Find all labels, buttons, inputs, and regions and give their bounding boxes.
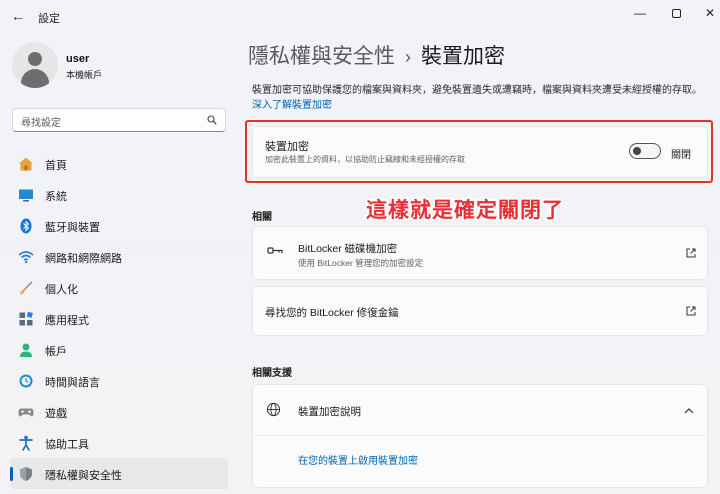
recovery-key-title: 尋找您的 BitLocker 修復金鑰 [265, 307, 399, 319]
maximize-icon[interactable] [662, 2, 690, 24]
sidebar-item-home[interactable]: 首頁 [10, 148, 228, 179]
sidebar-item-time-language[interactable]: 時間與語言 [10, 365, 228, 396]
bluetooth-icon [20, 218, 32, 234]
sidebar-item-system[interactable]: 系統 [10, 179, 228, 210]
breadcrumb-separator: › [405, 47, 411, 67]
help-title[interactable]: 裝置加密說明 [298, 404, 361, 419]
sidebar-item-personalization[interactable]: 個人化 [10, 272, 228, 303]
learn-more-link[interactable]: 深入了解裝置加密 [252, 100, 332, 111]
sidebar-item-label: 應用程式 [45, 315, 89, 327]
sidebar-item-accounts[interactable]: 帳戶 [10, 334, 228, 365]
highlight-box [245, 120, 713, 183]
system-icon [19, 189, 33, 202]
annotation-text: 這樣就是確定關閉了 [366, 199, 564, 222]
sidebar-nav: 首頁 系統 藍牙與裝置 網路和網際網路 個人化 應用程式 帳戶 時間與語言 遊戲… [10, 148, 228, 489]
bitlocker-card[interactable]: BitLocker 磁碟機加密 使用 BitLocker 管理您的加密設定 [252, 226, 708, 280]
sidebar-item-label: 時間與語言 [45, 377, 100, 389]
sidebar-item-label: 網路和網際網路 [45, 253, 122, 265]
sidebar-item-label: 協助工具 [45, 439, 89, 451]
home-icon [19, 157, 33, 171]
close-icon[interactable]: ✕ [696, 2, 720, 24]
sidebar-item-network[interactable]: 網路和網際網路 [10, 241, 228, 272]
search-input[interactable]: 尋找設定 [12, 108, 226, 132]
sidebar-item-privacy-security[interactable]: 隱私權與安全性 [10, 458, 228, 489]
description-text: 裝置加密可協助保護您的檔案與資料夾，避免裝置遺失或遭竊時，檔案與資料夾遭受未經授… [252, 85, 702, 96]
brush-icon [20, 281, 33, 295]
breadcrumb-parent[interactable]: 隱私權與安全性 [248, 45, 395, 68]
back-arrow-icon[interactable]: ← [8, 6, 28, 26]
enable-encryption-link[interactable]: 在您的裝置上啟用裝置加密 [298, 452, 418, 467]
bitlocker-subtitle: 使用 BitLocker 管理您的加密設定 [298, 258, 424, 268]
sidebar-item-gaming[interactable]: 遊戲 [10, 396, 228, 427]
shield-icon [20, 467, 32, 481]
sidebar-item-label: 藍牙與裝置 [45, 222, 100, 234]
globe-icon [266, 402, 281, 417]
sidebar-item-label: 首頁 [45, 160, 67, 172]
chevron-up-icon[interactable] [683, 405, 695, 417]
external-link-icon [686, 248, 696, 258]
recovery-key-card[interactable]: 尋找您的 BitLocker 修復金鑰 [252, 286, 708, 336]
window-title: 設定 [38, 13, 60, 25]
sidebar-item-label: 遊戲 [45, 408, 67, 420]
sidebar-item-label: 隱私權與安全性 [45, 470, 122, 482]
bitlocker-title: BitLocker 磁碟機加密 [298, 243, 398, 255]
account-type: 本機帳戶 [66, 70, 103, 80]
sidebar-item-label: 帳戶 [45, 346, 67, 358]
apps-icon [19, 311, 33, 326]
search-icon [207, 115, 217, 125]
related-heading: 相關 [252, 212, 272, 223]
page-title: 裝置加密 [421, 45, 505, 68]
sidebar-item-accessibility[interactable]: 協助工具 [10, 427, 228, 458]
time-language-icon [19, 374, 33, 388]
account-icon [20, 343, 32, 357]
breadcrumb: 隱私權與安全性 › 裝置加密 [248, 40, 505, 70]
divider [253, 435, 707, 436]
related-support-heading: 相關支援 [252, 368, 292, 379]
external-link-icon [686, 306, 696, 316]
encryption-help-card: 裝置加密說明 在您的裝置上啟用裝置加密 [252, 384, 708, 488]
sidebar-item-label: 個人化 [45, 284, 78, 296]
settings-window: ← 設定 — ✕ user 本機帳戶 尋找設定 首頁 系統 藍牙與裝置 網路和網… [0, 0, 720, 494]
sidebar-item-apps[interactable]: 應用程式 [10, 303, 228, 334]
key-icon [267, 247, 283, 254]
avatar [12, 42, 58, 88]
search-placeholder: 尋找設定 [21, 118, 61, 129]
page-description: 裝置加密可協助保護您的檔案與資料夾，避免裝置遺失或遭竊時，檔案與資料夾遭受未經授… [252, 83, 712, 113]
minimize-icon[interactable]: — [626, 2, 654, 24]
gamepad-icon [18, 408, 34, 417]
sidebar-item-bluetooth[interactable]: 藍牙與裝置 [10, 210, 228, 241]
accessibility-icon [19, 435, 33, 451]
title-bar: ← 設定 — ✕ [0, 0, 720, 32]
sidebar-item-label: 系統 [45, 191, 67, 203]
user-name: user [66, 53, 90, 65]
wifi-icon [18, 251, 34, 264]
